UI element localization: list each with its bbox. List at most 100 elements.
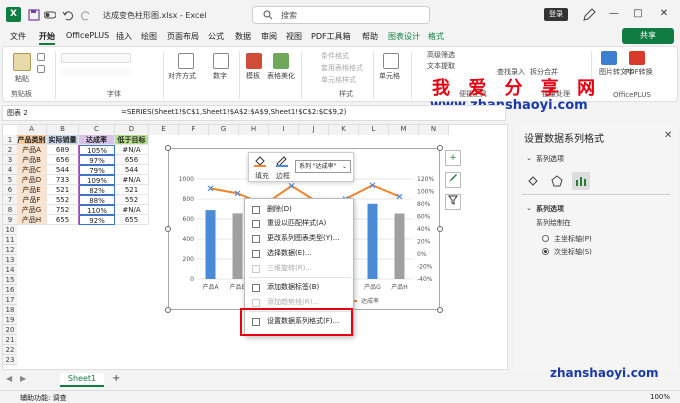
tab-page-layout[interactable]: 页面布局: [167, 31, 199, 42]
table-cell[interactable]: 552: [115, 195, 149, 205]
next-sheet-icon[interactable]: ▶: [20, 374, 26, 383]
table-cell[interactable]: 88%: [79, 195, 115, 205]
table-cell[interactable]: 产品H: [17, 215, 47, 225]
table-cell[interactable]: 产品F: [17, 195, 47, 205]
close-button[interactable]: ✕: [656, 6, 672, 22]
chart-filters-button[interactable]: [445, 194, 461, 210]
font-family-select[interactable]: [61, 53, 131, 63]
row-header[interactable]: 9: [3, 215, 17, 225]
pane-close-button[interactable]: ✕: [664, 130, 672, 141]
column-header[interactable]: E: [149, 125, 179, 135]
resize-handle[interactable]: [437, 307, 443, 313]
login-button[interactable]: 登录: [544, 8, 568, 21]
zoom-level[interactable]: 100%: [650, 393, 670, 401]
context-menu-item[interactable]: 删除(D): [245, 203, 355, 216]
table-cell[interactable]: 752: [47, 205, 79, 215]
fill-line-icon[interactable]: [526, 174, 540, 188]
share-button[interactable]: 共享: [622, 28, 674, 44]
align-label[interactable]: 对齐方式: [168, 71, 196, 81]
column-header[interactable]: G: [209, 125, 239, 135]
tab-draw[interactable]: 绘图: [141, 31, 157, 42]
resize-handle[interactable]: [437, 226, 443, 232]
secondary-axis-label[interactable]: 次坐标轴(S): [554, 247, 592, 257]
row-header[interactable]: 10: [3, 225, 17, 235]
context-menu-item[interactable]: 添加数据标签(B): [245, 281, 355, 294]
table-cell[interactable]: 产品B: [17, 155, 47, 165]
series-options-section[interactable]: 系列选项: [536, 204, 564, 214]
table-cell[interactable]: 82%: [79, 185, 115, 195]
table-cell[interactable]: 655: [115, 215, 149, 225]
row-header[interactable]: 12: [3, 245, 17, 255]
number-label[interactable]: 数字: [213, 71, 227, 81]
context-menu-item[interactable]: 重设以匹配样式(A): [245, 217, 355, 230]
table-cell[interactable]: 105%: [79, 145, 115, 155]
cond-format-label[interactable]: 条件格式: [321, 51, 349, 61]
table-cell[interactable]: #N/A: [115, 175, 149, 185]
tab-help[interactable]: 帮助: [362, 31, 378, 42]
primary-axis-label[interactable]: 主坐标轴(P): [554, 234, 592, 244]
row-header[interactable]: 21: [3, 335, 17, 345]
table-cell[interactable]: 产品C: [17, 165, 47, 175]
table-header-cell[interactable]: 达成率: [79, 135, 115, 145]
redo-icon[interactable]: [80, 9, 92, 21]
resize-handle[interactable]: [165, 145, 171, 151]
context-menu-item[interactable]: 选择数据(E)...: [245, 247, 355, 260]
minimize-button[interactable]: —: [606, 6, 622, 22]
row-header[interactable]: 1: [3, 135, 17, 145]
save-icon[interactable]: [28, 9, 40, 21]
copy-icon[interactable]: [37, 65, 45, 73]
chevron-down-icon[interactable]: ⌄: [526, 154, 532, 162]
table-cell[interactable]: 110%: [79, 205, 115, 215]
series-options-tab[interactable]: [572, 172, 590, 190]
cells-icon[interactable]: [383, 53, 399, 69]
column-header[interactable]: I: [269, 125, 299, 135]
series-options-dropdown[interactable]: 系列选项: [536, 154, 564, 164]
tab-insert[interactable]: 插入: [116, 31, 132, 42]
table-header-cell[interactable]: 产品类别: [17, 135, 47, 145]
row-header[interactable]: 22: [3, 345, 17, 355]
table-cell[interactable]: 产品E: [17, 185, 47, 195]
row-header[interactable]: 5: [3, 175, 17, 185]
table-cell[interactable]: 552: [47, 195, 79, 205]
autosave-toggle-icon[interactable]: [44, 9, 56, 21]
paste-label[interactable]: 粘贴: [15, 74, 29, 84]
row-header[interactable]: 4: [3, 165, 17, 175]
formula-input[interactable]: =SERIES(Sheet1!$C$1,Sheet1!$A$2:$A$9,She…: [121, 108, 346, 116]
table-cell[interactable]: 产品A: [17, 145, 47, 155]
column-header[interactable]: B: [47, 125, 79, 135]
template-icon[interactable]: [246, 53, 262, 69]
table-cell[interactable]: 521: [47, 185, 79, 195]
table-header-cell[interactable]: 实际销量: [47, 135, 79, 145]
resize-handle[interactable]: [165, 307, 171, 313]
row-header[interactable]: 13: [3, 255, 17, 265]
row-header[interactable]: 16: [3, 285, 17, 295]
name-box[interactable]: 图表 2: [7, 108, 28, 118]
search-box[interactable]: 搜索: [252, 6, 430, 24]
table-header-cell[interactable]: 低于目标: [115, 135, 149, 145]
tab-file[interactable]: 文件: [10, 31, 26, 42]
template-label[interactable]: 模板: [246, 71, 260, 81]
sheet-tab-sheet1[interactable]: Sheet1: [60, 373, 104, 387]
fill-label[interactable]: 填充: [255, 171, 269, 181]
accessibility-status[interactable]: 辅助功能: 调查: [20, 393, 67, 403]
table-cell[interactable]: 544: [47, 165, 79, 175]
column-header[interactable]: F: [179, 125, 209, 135]
row-header[interactable]: 11: [3, 235, 17, 245]
pen-icon[interactable]: [582, 8, 596, 22]
table-cell[interactable]: 产品D: [17, 175, 47, 185]
series-select[interactable]: 系列 "达成率" ⌄: [295, 160, 351, 173]
table-cell[interactable]: 产品G: [17, 205, 47, 215]
undo-icon[interactable]: [62, 9, 74, 21]
text-tools-label[interactable]: 文本提取: [427, 61, 455, 71]
maximize-button[interactable]: □: [630, 6, 646, 22]
prev-sheet-icon[interactable]: ◀: [6, 374, 12, 383]
table-cell[interactable]: 733: [47, 175, 79, 185]
table-cell[interactable]: 689: [47, 145, 79, 155]
row-header[interactable]: 2: [3, 145, 17, 155]
resize-handle[interactable]: [165, 226, 171, 232]
table-cell[interactable]: #N/A: [115, 145, 149, 155]
cut-icon[interactable]: [37, 53, 45, 61]
resize-handle[interactable]: [437, 145, 443, 151]
column-header[interactable]: N: [419, 125, 449, 135]
column-header[interactable]: M: [389, 125, 419, 135]
